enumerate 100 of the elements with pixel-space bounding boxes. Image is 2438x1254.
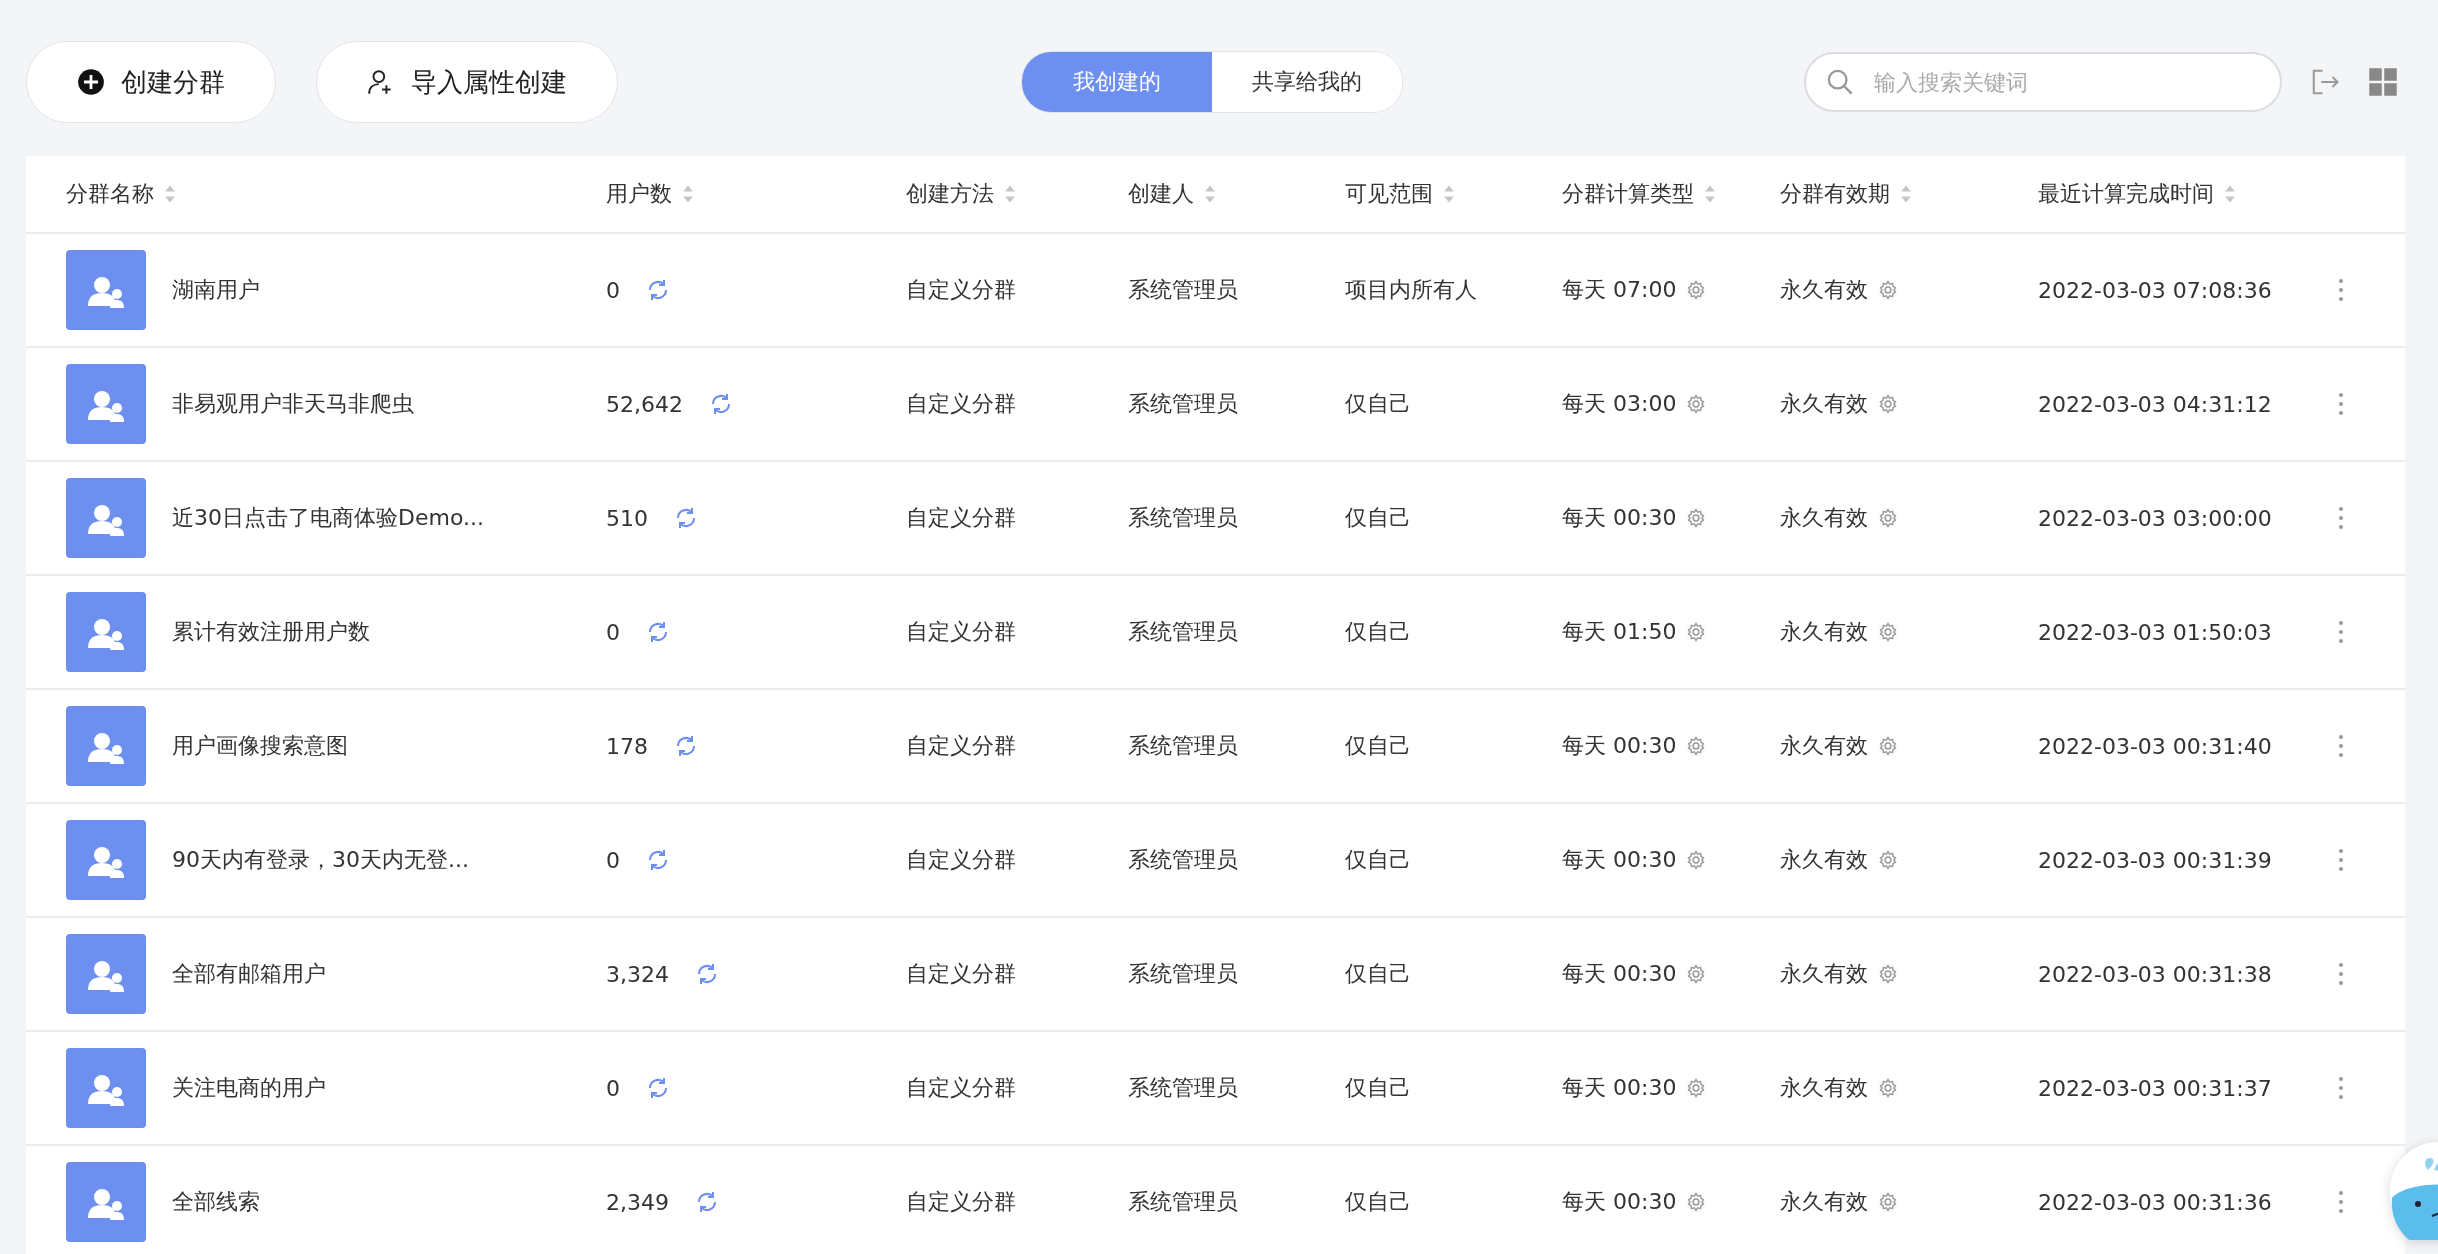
refresh-icon[interactable] — [709, 392, 733, 416]
user-count: 0 — [606, 847, 620, 873]
table-cell-text: 自定义分群 — [906, 390, 1016, 418]
user-count: 0 — [606, 277, 620, 303]
sort-icon[interactable] — [682, 184, 694, 204]
more-icon[interactable] — [2338, 734, 2344, 758]
settings-icon[interactable] — [1686, 1192, 1707, 1212]
table-cell: 2022-03-03 04:31:12 — [2038, 391, 2272, 417]
settings-icon[interactable] — [1878, 508, 1898, 528]
more-icon[interactable] — [2338, 962, 2344, 986]
column-header[interactable]: 最近计算完成时间 — [2038, 179, 2214, 209]
table-cell-text: 永久有效 — [1780, 846, 1868, 874]
sort-icon[interactable] — [1704, 184, 1716, 204]
table-cell: 2022-03-03 00:31:36 — [2038, 1189, 2272, 1215]
more-icon[interactable] — [2338, 392, 2344, 416]
settings-icon[interactable] — [1878, 622, 1898, 642]
settings-icon[interactable] — [1878, 1078, 1898, 1098]
settings-icon[interactable] — [1878, 1192, 1898, 1212]
segment-name[interactable]: 近30日点击了电商体验Demo... — [172, 503, 484, 533]
user-group-icon — [66, 592, 146, 672]
table-cell-text: 仅自己 — [1345, 618, 1411, 646]
sort-icon[interactable] — [164, 184, 176, 204]
user-group-icon — [66, 250, 146, 330]
settings-icon[interactable] — [1878, 280, 1898, 300]
segment-name[interactable]: 非易观用户非天马非爬虫 — [172, 389, 414, 419]
refresh-icon[interactable] — [646, 1076, 670, 1100]
user-count: 2,349 — [606, 1189, 669, 1215]
refresh-icon[interactable] — [646, 278, 670, 302]
search-icon — [1826, 68, 1854, 96]
more-icon[interactable] — [2338, 1190, 2344, 1214]
table-cell-text: 系统管理员 — [1128, 504, 1238, 532]
sort-icon[interactable] — [1204, 184, 1216, 204]
table-cell-text: 仅自己 — [1345, 390, 1411, 418]
table-cell-text: 永久有效 — [1780, 276, 1868, 304]
table-cell-text: 仅自己 — [1345, 1188, 1411, 1216]
table-cell-text: 永久有效 — [1780, 1074, 1868, 1102]
table-cell: 2022-03-03 03:00:00 — [2038, 505, 2272, 531]
table-cell-text: 永久有效 — [1780, 390, 1868, 418]
table-cell: 2022-03-03 01:50:03 — [2038, 619, 2272, 645]
segment-name[interactable]: 关注电商的用户 — [172, 1073, 326, 1103]
column-header[interactable]: 创建方法 — [906, 179, 994, 209]
user-group-icon — [66, 1048, 146, 1128]
more-icon[interactable] — [2338, 848, 2344, 872]
more-icon[interactable] — [2338, 506, 2344, 530]
column-header[interactable]: 用户数 — [606, 179, 672, 209]
table-cell-text: 每天 00:30 — [1562, 1188, 1677, 1216]
refresh-icon[interactable] — [646, 620, 670, 644]
segment-name[interactable]: 90天内有登录，30天内无登... — [172, 845, 469, 875]
column-header[interactable]: 分群有效期 — [1780, 179, 1890, 209]
refresh-icon[interactable] — [674, 734, 698, 758]
settings-icon[interactable] — [1686, 736, 1707, 756]
table-cell-text: 每天 00:30 — [1562, 1074, 1677, 1102]
settings-icon[interactable] — [1878, 736, 1898, 756]
user-group-icon — [66, 478, 146, 558]
segment-name[interactable]: 湖南用户 — [172, 275, 260, 305]
column-header[interactable]: 创建人 — [1128, 179, 1194, 209]
settings-icon[interactable] — [1686, 850, 1707, 870]
segment-name[interactable]: 累计有效注册用户数 — [172, 617, 370, 647]
table-cell-text: 系统管理员 — [1128, 276, 1238, 304]
settings-icon[interactable] — [1686, 508, 1707, 528]
settings-icon[interactable] — [1686, 964, 1707, 984]
table-cell-text: 自定义分群 — [906, 732, 1016, 760]
settings-icon[interactable] — [1878, 850, 1898, 870]
exit-icon[interactable] — [2310, 67, 2340, 97]
column-header[interactable]: 分群名称 — [66, 179, 154, 209]
action-button[interactable]: 导入属性创建 — [316, 41, 618, 123]
table-cell-text: 仅自己 — [1345, 846, 1411, 874]
sort-icon[interactable] — [2224, 184, 2236, 204]
sort-icon[interactable] — [1900, 184, 1912, 204]
settings-icon[interactable] — [1878, 964, 1898, 984]
settings-icon[interactable] — [1686, 280, 1707, 300]
table-cell-text: 自定义分群 — [906, 1074, 1016, 1102]
settings-icon[interactable] — [1878, 394, 1898, 414]
more-icon[interactable] — [2338, 278, 2344, 302]
settings-icon[interactable] — [1686, 622, 1707, 642]
table-cell-text: 项目内所有人 — [1345, 276, 1477, 304]
segment-name[interactable]: 全部线索 — [172, 1187, 260, 1217]
column-header[interactable]: 分群计算类型 — [1562, 179, 1694, 209]
grid-icon[interactable] — [2368, 67, 2398, 97]
settings-icon[interactable] — [1686, 1078, 1707, 1098]
more-icon[interactable] — [2338, 620, 2344, 644]
refresh-icon[interactable] — [695, 1190, 719, 1214]
table-cell-text: 自定义分群 — [906, 846, 1016, 874]
refresh-icon[interactable] — [674, 506, 698, 530]
search-field[interactable]: 输入搜索关键词 — [1804, 52, 2282, 112]
table-cell: 2022-03-03 07:08:36 — [2038, 277, 2272, 303]
user-group-icon — [66, 1162, 146, 1242]
sort-icon[interactable] — [1443, 184, 1455, 204]
segment-name[interactable]: 用户画像搜索意图 — [172, 731, 348, 761]
table-cell-text: 每天 00:30 — [1562, 732, 1677, 760]
sort-icon[interactable] — [1004, 184, 1016, 204]
action-button[interactable]: 创建分群 — [26, 41, 276, 123]
table-cell-text: 自定义分群 — [906, 618, 1016, 646]
refresh-icon[interactable] — [695, 962, 719, 986]
user-group-icon — [66, 364, 146, 444]
column-header[interactable]: 可见范围 — [1345, 179, 1433, 209]
refresh-icon[interactable] — [646, 848, 670, 872]
settings-icon[interactable] — [1686, 394, 1707, 414]
more-icon[interactable] — [2338, 1076, 2344, 1100]
segment-name[interactable]: 全部有邮箱用户 — [172, 959, 326, 989]
